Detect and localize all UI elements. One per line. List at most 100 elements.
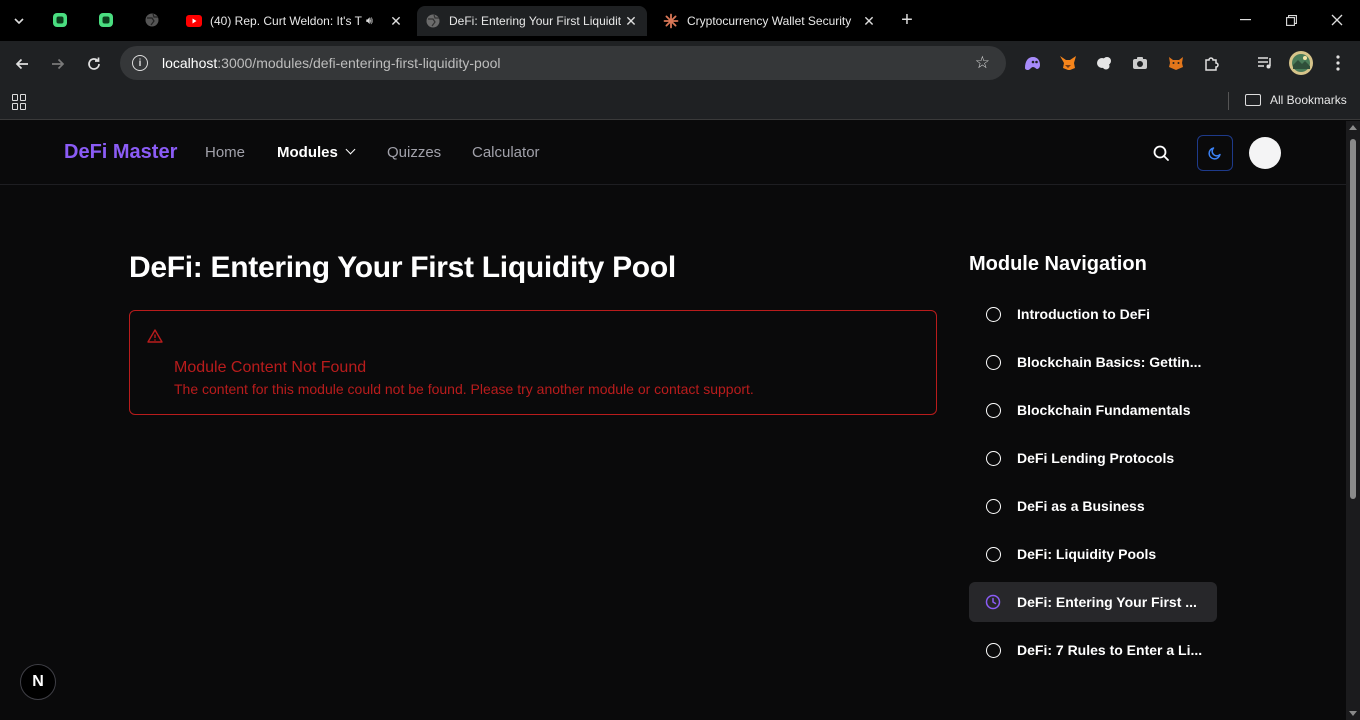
site-info-icon[interactable]: i [132,55,148,71]
browser-tab-strip: (40) Rep. Curt Weldon: It's T 🔊︎ ✕ DeFi:… [0,0,1360,41]
module-nav-item[interactable]: Blockchain Fundamentals [969,390,1217,430]
close-icon[interactable]: ✕ [623,13,639,29]
site-header: DeFi Master Home Modules Quizzes Calcula… [0,121,1346,185]
chevron-down-icon [345,144,356,155]
close-icon[interactable]: ✕ [388,13,404,29]
error-alert: Module Content Not Found The content for… [129,310,937,415]
nav-modules-label: Modules [277,144,338,161]
module-nav-label: Introduction to DeFi [1017,306,1150,322]
user-avatar[interactable] [1249,137,1281,169]
all-bookmarks-label: All Bookmarks [1270,93,1347,107]
media-controls-icon[interactable] [1255,53,1275,73]
module-nav-label: DeFi as a Business [1017,498,1145,514]
nav-calculator[interactable]: Calculator [472,144,540,161]
page-title: DeFi: Entering Your First Liquidity Pool [129,251,676,284]
restore-button[interactable] [1277,8,1305,32]
minimize-icon [1239,19,1251,21]
search-button[interactable] [1151,143,1171,163]
circle-icon [986,354,1001,370]
globe-icon [426,14,440,28]
module-nav-label: Blockchain Basics: Gettin... [1017,354,1202,370]
url-text: localhost:3000/modules/defi-entering-fir… [162,55,501,71]
tab-title: Cryptocurrency Wallet Security [687,14,852,28]
restore-icon [1285,14,1297,26]
claude-icon [663,13,679,29]
youtube-icon [186,15,202,27]
apps-grid-icon[interactable] [12,94,28,110]
folder-icon [1245,94,1261,106]
minimize-button[interactable] [1231,8,1259,32]
pinned-tab-1[interactable] [46,8,74,32]
module-nav-item-current[interactable]: DeFi: Entering Your First ... [969,582,1217,622]
clock-icon [985,594,1001,610]
module-nav-item[interactable]: DeFi as a Business [969,486,1217,526]
circle-icon [986,642,1001,658]
nav-quizzes[interactable]: Quizzes [387,144,441,161]
arrow-left-icon [15,58,28,70]
extension-puzzle-shape-icon[interactable] [1094,53,1114,73]
back-button[interactable] [9,51,35,77]
extensions-puzzle-icon[interactable] [1202,53,1222,73]
pinned-tab-2[interactable] [92,8,120,32]
address-bar[interactable]: i localhost:3000/modules/defi-entering-f… [120,46,1006,80]
module-nav-item[interactable]: Introduction to DeFi [969,294,1217,334]
search-icon [1153,145,1169,161]
nav-home[interactable]: Home [205,144,245,161]
module-nav-label: DeFi: Liquidity Pools [1017,546,1157,562]
nextjs-dev-badge[interactable]: N [20,664,56,700]
arrow-right-icon [52,58,65,70]
green-app-icon [99,13,113,27]
close-icon[interactable]: ✕ [861,13,877,29]
new-tab-button[interactable]: + [896,9,918,31]
page-scrollbar[interactable] [1346,121,1360,720]
module-nav-item[interactable]: Blockchain Basics: Gettin... [969,342,1217,382]
chevron-down-icon [14,18,24,24]
module-nav-item[interactable]: DeFi: 7 Rules to Enter a Li... [969,630,1217,670]
circle-icon [986,306,1001,322]
module-nav-label: DeFi: Entering Your First ... [1017,594,1197,610]
speaker-icon[interactable]: 🔊︎ [366,15,382,28]
close-window-button[interactable] [1323,8,1351,32]
tab-claude[interactable]: Cryptocurrency Wallet Security ✕ [655,6,885,36]
module-nav-label: DeFi Lending Protocols [1017,450,1175,466]
bookmarks-divider [1228,92,1229,110]
module-nav-label: DeFi: 7 Rules to Enter a Li... [1017,642,1203,658]
circle-icon [986,498,1001,514]
module-nav-label: Blockchain Fundamentals [1017,402,1191,418]
forward-button[interactable] [45,51,71,77]
reload-icon [88,57,100,70]
module-nav-item[interactable]: DeFi Lending Protocols [969,438,1217,478]
extension-ghost-icon[interactable] [1022,53,1042,73]
bookmark-star-icon[interactable]: ☆ [975,53,990,73]
module-nav-item[interactable]: DeFi: Liquidity Pools [969,534,1217,574]
metamask-fox-icon[interactable] [1058,53,1078,73]
pinned-tab-3[interactable] [138,8,166,32]
module-navigation-title: Module Navigation [969,253,1147,275]
tab-title: (40) Rep. Curt Weldon: It's T [210,14,362,28]
theme-toggle-button[interactable] [1197,135,1233,171]
tab-current[interactable]: DeFi: Entering Your First Liquidit ✕ [417,6,647,36]
close-icon [1331,14,1343,26]
brand-logo[interactable]: DeFi Master [64,141,177,164]
camera-icon[interactable] [1130,53,1150,73]
fox-extension-icon[interactable] [1166,53,1186,73]
alert-description: The content for this module could not be… [174,381,754,397]
globe-icon [145,13,159,27]
circle-icon [986,450,1001,466]
scrollbar-thumb[interactable] [1350,139,1356,499]
bookmarks-bar: All Bookmarks [0,86,1360,120]
browser-toolbar: i localhost:3000/modules/defi-entering-f… [0,41,1360,86]
reload-button[interactable] [81,51,107,77]
circle-icon [986,402,1001,418]
moon-icon [1208,147,1221,160]
alert-title: Module Content Not Found [174,359,367,376]
tab-youtube[interactable]: (40) Rep. Curt Weldon: It's T 🔊︎ ✕ [178,6,412,36]
nav-modules[interactable]: Modules [277,144,356,161]
tab-search-button[interactable] [8,10,30,32]
more-menu-icon[interactable] [1328,53,1348,73]
all-bookmarks-button[interactable]: All Bookmarks [1245,93,1347,107]
tab-title: DeFi: Entering Your First Liquidit [449,14,622,28]
scroll-down-arrow[interactable] [1349,711,1357,716]
profile-avatar-icon[interactable] [1288,50,1314,76]
scroll-up-arrow[interactable] [1349,125,1357,130]
